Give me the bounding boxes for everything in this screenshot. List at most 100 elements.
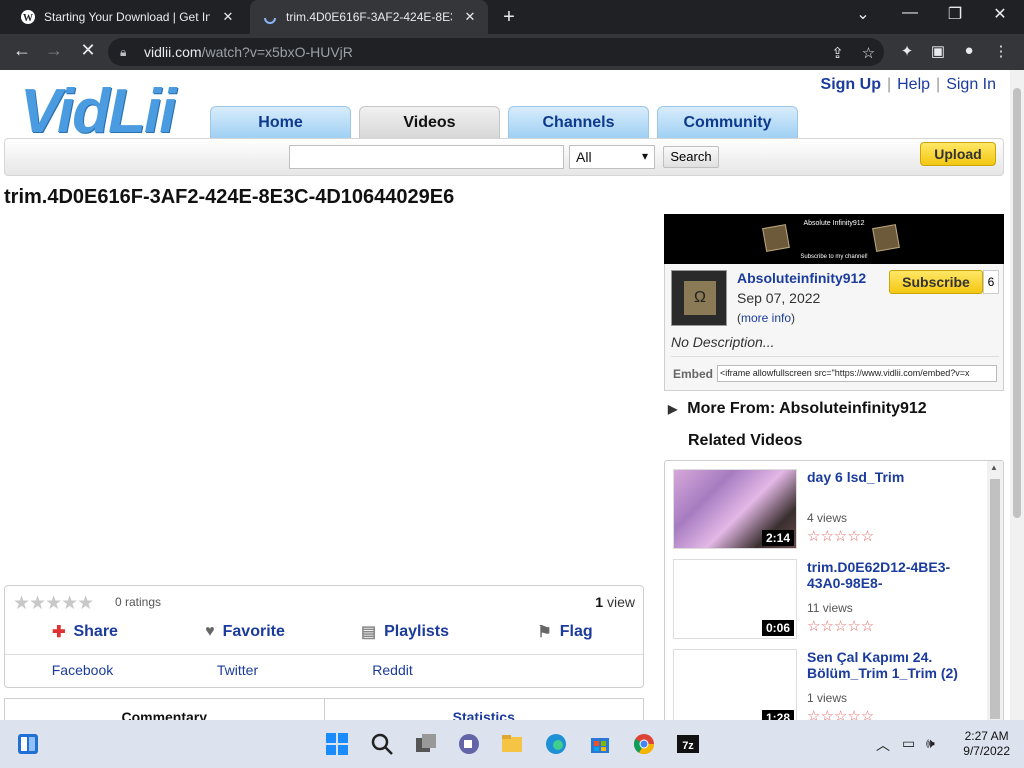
list-item[interactable]: 2:14 day 6 lsd_Trim 4 views ☆☆☆☆☆ (673, 469, 973, 551)
back-icon[interactable]: ← (10, 40, 34, 61)
tab-statistics[interactable]: Statistics (325, 699, 644, 720)
search-bar: All ▾ Search Upload (4, 138, 1004, 176)
chrome-icon[interactable] (632, 732, 656, 756)
heart-icon: ♥ (205, 623, 215, 640)
store-icon[interactable] (588, 732, 612, 756)
restore-icon[interactable]: ❐ (940, 4, 970, 24)
tab-commentary[interactable]: Commentary (5, 699, 325, 720)
minimize-icon[interactable]: — (895, 4, 925, 22)
embed-code-field[interactable]: <iframe allowfullscreen src="https://www… (717, 365, 997, 382)
extensions-icon[interactable]: ✦ (894, 42, 920, 60)
tab-close-icon[interactable]: ✕ (462, 9, 478, 25)
more-from-toggle[interactable]: ▶ More From: Absoluteinfinity912 (668, 400, 927, 418)
duration-badge: 1:28 (761, 710, 794, 720)
signin-link[interactable]: Sign In (940, 76, 1002, 93)
share-icon[interactable]: ⇪ (822, 44, 853, 62)
top-links: Sign Up | Help | Sign In (815, 76, 1002, 94)
main-nav: Home Videos Channels Community (210, 106, 798, 138)
teams-chat-icon[interactable] (457, 732, 481, 756)
related-scrollbar[interactable]: ▲ (987, 461, 1003, 720)
related-video-stars: ☆☆☆☆☆ (807, 618, 875, 635)
tab-title: trim.4D0E616F-3AF2-424E-8E3C-4D (286, 10, 452, 24)
tab-home[interactable]: Home (210, 106, 351, 138)
facebook-link[interactable]: Facebook (5, 662, 160, 678)
related-video-title[interactable]: day 6 lsd_Trim (807, 469, 973, 485)
search-category-select[interactable]: All ▾ (569, 145, 655, 169)
scroll-up-icon[interactable]: ▲ (990, 463, 998, 472)
list-item[interactable]: 0:06 trim.D0E62D12-4BE3-43A0-98E8- 11 vi… (673, 559, 973, 641)
related-video-views: 4 views (807, 511, 848, 525)
omega-icon: Ω (684, 281, 716, 315)
page-scrollbar[interactable] (1010, 70, 1024, 720)
windows-start-icon[interactable] (325, 732, 349, 756)
webpage: VidLii Sign Up | Help | Sign In Home Videos … (0, 70, 1010, 720)
playlists-button[interactable]: ▤ Playlists (325, 620, 485, 644)
tab-channels[interactable]: Channels (508, 106, 649, 138)
rating-stars[interactable]: ★★★★★ (13, 592, 94, 615)
video-thumbnail[interactable]: 1:28 (673, 649, 797, 720)
close-window-icon[interactable]: ✕ (985, 4, 1015, 24)
video-thumbnail[interactable]: 0:06 (673, 559, 797, 639)
list-item[interactable]: 1:28 Sen Çal Kapımı 24. Bölüm_Trim 1_Tri… (673, 649, 973, 720)
subscribe-button[interactable]: Subscribe (889, 270, 983, 294)
search-icon[interactable] (370, 732, 394, 756)
channel-avatar[interactable]: Ω (671, 270, 727, 326)
video-title: trim.4D0E616F-3AF2-424E-8E3C-4D10644029E… (4, 186, 455, 208)
volume-icon[interactable]: 🕪︎ (926, 735, 935, 752)
scrollbar-thumb[interactable] (990, 479, 1000, 719)
side-panel-icon[interactable]: ▣ (925, 42, 951, 60)
banner-cube-image (762, 224, 790, 252)
search-button[interactable]: Search (663, 146, 719, 168)
forward-icon[interactable]: → (42, 40, 66, 61)
reddit-link[interactable]: Reddit (315, 662, 470, 678)
7zip-icon[interactable]: 7z (676, 732, 700, 756)
task-view-icon[interactable] (414, 732, 438, 756)
file-explorer-icon[interactable] (500, 732, 524, 756)
related-video-title[interactable]: Sen Çal Kapımı 24. Bölüm_Trim 1_Trim (2) (807, 649, 973, 681)
upload-button[interactable]: Upload (920, 142, 996, 166)
upload-date: Sep 07, 2022 (737, 290, 821, 306)
tab-videos[interactable]: Videos (359, 106, 500, 138)
url-path: /watch?v=x5bxO-HUVjR (201, 44, 353, 60)
view-count: 1 view (595, 594, 635, 610)
profile-icon[interactable]: ● (956, 42, 982, 59)
bookmark-star-icon[interactable]: ☆ (853, 44, 884, 62)
edge-icon[interactable] (544, 732, 568, 756)
taskbar-clock[interactable]: 2:27 AM 9/7/2022 (963, 729, 1010, 759)
video-thumbnail[interactable]: 2:14 (673, 469, 797, 549)
vidlii-logo[interactable]: VidLii (20, 76, 176, 147)
tab-starting-download[interactable]: W Starting Your Download | Get Into ✕ (8, 0, 246, 34)
flag-button[interactable]: ⚑ Flag (485, 620, 645, 644)
more-info-link[interactable]: more info (741, 311, 791, 325)
tab-vidlii-video[interactable]: trim.4D0E616F-3AF2-424E-8E3C-4D ✕ (250, 0, 488, 34)
subscriber-count: 6 (983, 270, 999, 294)
channel-banner[interactable]: Absolute Infinity912 Subscribe to my cha… (664, 214, 1004, 264)
more-info: (more info) (737, 311, 796, 325)
info-tabs: Commentary Statistics (4, 698, 644, 720)
help-link[interactable]: Help (891, 76, 936, 93)
address-bar[interactable]: 🔒︎ vidlii.com/watch?v=x5bxO-HUVjR ⇪ ☆ (108, 38, 884, 66)
widgets-icon[interactable] (16, 732, 40, 756)
url-host: vidlii.com (144, 44, 202, 60)
scrollbar-thumb[interactable] (1013, 88, 1021, 518)
windows-taskbar: 7z ︿ ▭ 🕪︎ 2:27 AM 9/7/2022 (0, 720, 1024, 768)
tab-community[interactable]: Community (657, 106, 798, 138)
stop-loading-icon[interactable]: ✕ (76, 40, 100, 61)
browser-toolbar: ← → ✕ 🔒︎ vidlii.com/watch?v=x5bxO-HUVjR … (0, 34, 1024, 70)
related-video-title[interactable]: trim.D0E62D12-4BE3-43A0-98E8- (807, 559, 973, 591)
search-input[interactable] (289, 145, 564, 169)
related-video-stars: ☆☆☆☆☆ (807, 528, 875, 545)
ratings-count: 0 ratings (115, 595, 162, 609)
tray-chevron-up-icon[interactable]: ︿ (876, 735, 890, 755)
channel-name-link[interactable]: Absoluteinfinity912 (737, 270, 866, 286)
favorite-button[interactable]: ♥ Favorite (165, 620, 325, 644)
tab-close-icon[interactable]: ✕ (220, 9, 236, 25)
menu-kebab-icon[interactable]: ⋮ (988, 42, 1014, 60)
share-button[interactable]: ✚ Share (5, 620, 165, 644)
new-tab-button[interactable]: + (498, 6, 520, 29)
network-icon[interactable]: ▭ (902, 735, 915, 752)
video-description: No Description... (671, 334, 775, 350)
twitter-link[interactable]: Twitter (160, 662, 315, 678)
tab-search-chevron-icon[interactable]: ⌄ (848, 4, 878, 24)
signup-link[interactable]: Sign Up (815, 76, 887, 93)
